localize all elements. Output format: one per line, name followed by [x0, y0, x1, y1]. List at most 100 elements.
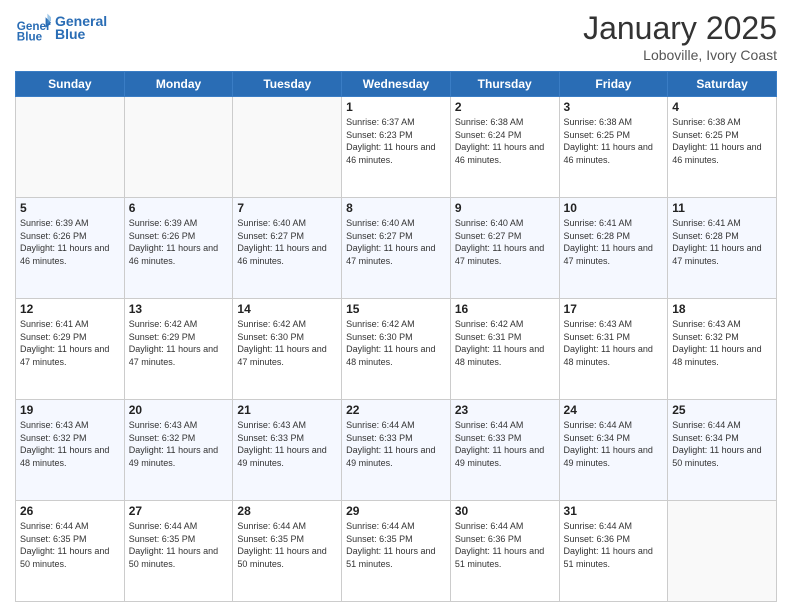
day-info: Sunrise: 6:41 AMSunset: 6:29 PMDaylight:…: [20, 318, 120, 368]
day-info: Sunrise: 6:42 AMSunset: 6:29 PMDaylight:…: [129, 318, 229, 368]
week-row-1: 1 Sunrise: 6:37 AMSunset: 6:23 PMDaylight…: [16, 97, 777, 198]
day-number: 23: [455, 403, 555, 417]
day-info: Sunrise: 6:38 AMSunset: 6:25 PMDaylight:…: [672, 116, 772, 166]
calendar-cell: 12 Sunrise: 6:41 AMSunset: 6:29 PMDayligh…: [16, 299, 125, 400]
day-number: 19: [20, 403, 120, 417]
day-info: Sunrise: 6:37 AMSunset: 6:23 PMDaylight:…: [346, 116, 446, 166]
day-info: Sunrise: 6:42 AMSunset: 6:30 PMDaylight:…: [237, 318, 337, 368]
day-header-monday: Monday: [124, 72, 233, 97]
calendar-cell: 14 Sunrise: 6:42 AMSunset: 6:30 PMDayligh…: [233, 299, 342, 400]
day-header-friday: Friday: [559, 72, 668, 97]
calendar-cell: 21 Sunrise: 6:43 AMSunset: 6:33 PMDayligh…: [233, 400, 342, 501]
calendar-cell: 4 Sunrise: 6:38 AMSunset: 6:25 PMDaylight…: [668, 97, 777, 198]
day-number: 8: [346, 201, 446, 215]
calendar-cell: 18Sunrise: 6:43 AMSunset: 6:32 PMDayligh…: [668, 299, 777, 400]
day-number: 9: [455, 201, 555, 215]
calendar-cell: 7Sunrise: 6:40 AMSunset: 6:27 PMDaylight…: [233, 198, 342, 299]
day-header-tuesday: Tuesday: [233, 72, 342, 97]
day-info: Sunrise: 6:40 AMSunset: 6:27 PMDaylight:…: [455, 217, 555, 267]
day-number: 15: [346, 302, 446, 316]
day-info: Sunrise: 6:39 AMSunset: 6:26 PMDaylight:…: [129, 217, 229, 267]
day-number: 12: [20, 302, 120, 316]
day-number: 1: [346, 100, 446, 114]
calendar-cell: 31 Sunrise: 6:44 AMSunset: 6:36 PMDayligh…: [559, 501, 668, 602]
week-row-2: 5Sunrise: 6:39 AMSunset: 6:26 PMDaylight…: [16, 198, 777, 299]
location-subtitle: Loboville, Ivory Coast: [583, 47, 777, 63]
calendar-cell: 25 Sunrise: 6:44 AMSunset: 6:34 PMDayligh…: [668, 400, 777, 501]
day-number: 20: [129, 403, 229, 417]
calendar-cell: 27 Sunrise: 6:44 AMSunset: 6:35 PMDayligh…: [124, 501, 233, 602]
day-number: 17: [564, 302, 664, 316]
day-info: Sunrise: 6:40 AMSunset: 6:27 PMDaylight:…: [346, 217, 446, 267]
calendar-cell: 10 Sunrise: 6:41 AMSunset: 6:28 PMDayligh…: [559, 198, 668, 299]
day-header-saturday: Saturday: [668, 72, 777, 97]
calendar-cell: 28 Sunrise: 6:44 AMSunset: 6:35 PMDayligh…: [233, 501, 342, 602]
day-info: Sunrise: 6:42 AMSunset: 6:31 PMDaylight:…: [455, 318, 555, 368]
day-info: Sunrise: 6:44 AMSunset: 6:35 PMDaylight:…: [237, 520, 337, 570]
day-info: Sunrise: 6:44 AMSunset: 6:33 PMDaylight:…: [455, 419, 555, 469]
header: General Blue General Blue January 2025 L…: [15, 10, 777, 63]
day-number: 16: [455, 302, 555, 316]
calendar-cell: 23 Sunrise: 6:44 AMSunset: 6:33 PMDayligh…: [450, 400, 559, 501]
day-headers-row: SundayMondayTuesdayWednesdayThursdayFrid…: [16, 72, 777, 97]
day-number: 11: [672, 201, 772, 215]
calendar-cell: 8 Sunrise: 6:40 AMSunset: 6:27 PMDaylight…: [342, 198, 451, 299]
day-header-sunday: Sunday: [16, 72, 125, 97]
day-number: 18: [672, 302, 772, 316]
calendar-cell: 6Sunrise: 6:39 AMSunset: 6:26 PMDaylight…: [124, 198, 233, 299]
day-info: Sunrise: 6:42 AMSunset: 6:30 PMDaylight:…: [346, 318, 446, 368]
day-info: Sunrise: 6:43 AMSunset: 6:31 PMDaylight:…: [564, 318, 664, 368]
day-number: 2: [455, 100, 555, 114]
svg-text:Blue: Blue: [17, 31, 43, 44]
calendar-cell: 13 Sunrise: 6:42 AMSunset: 6:29 PMDayligh…: [124, 299, 233, 400]
day-number: 14: [237, 302, 337, 316]
logo-text: General Blue: [55, 14, 107, 43]
day-info: Sunrise: 6:44 AMSunset: 6:35 PMDaylight:…: [129, 520, 229, 570]
calendar-cell: [124, 97, 233, 198]
day-info: Sunrise: 6:44 AMSunset: 6:35 PMDaylight:…: [20, 520, 120, 570]
day-number: 31: [564, 504, 664, 518]
calendar-cell: 16 Sunrise: 6:42 AMSunset: 6:31 PMDayligh…: [450, 299, 559, 400]
title-block: January 2025 Loboville, Ivory Coast: [583, 10, 777, 63]
day-info: Sunrise: 6:43 AMSunset: 6:33 PMDaylight:…: [237, 419, 337, 469]
day-info: Sunrise: 6:38 AMSunset: 6:25 PMDaylight:…: [564, 116, 664, 166]
day-info: Sunrise: 6:38 AMSunset: 6:24 PMDaylight:…: [455, 116, 555, 166]
calendar-page: General Blue General Blue January 2025 L…: [0, 0, 792, 612]
day-info: Sunrise: 6:41 AMSunset: 6:28 PMDaylight:…: [672, 217, 772, 267]
calendar-cell: 26 Sunrise: 6:44 AMSunset: 6:35 PMDayligh…: [16, 501, 125, 602]
day-info: Sunrise: 6:44 AMSunset: 6:36 PMDaylight:…: [455, 520, 555, 570]
day-number: 21: [237, 403, 337, 417]
calendar-cell: 24Sunrise: 6:44 AMSunset: 6:34 PMDayligh…: [559, 400, 668, 501]
day-number: 25: [672, 403, 772, 417]
day-info: Sunrise: 6:41 AMSunset: 6:28 PMDaylight:…: [564, 217, 664, 267]
logo-icon: General Blue: [15, 10, 51, 46]
day-number: 4: [672, 100, 772, 114]
calendar-cell: 11 Sunrise: 6:41 AMSunset: 6:28 PMDayligh…: [668, 198, 777, 299]
month-title: January 2025: [583, 10, 777, 47]
day-header-wednesday: Wednesday: [342, 72, 451, 97]
day-info: Sunrise: 6:44 AMSunset: 6:34 PMDaylight:…: [564, 419, 664, 469]
day-number: 22: [346, 403, 446, 417]
day-number: 10: [564, 201, 664, 215]
calendar-cell: 3Sunrise: 6:38 AMSunset: 6:25 PMDaylight…: [559, 97, 668, 198]
day-info: Sunrise: 6:44 AMSunset: 6:34 PMDaylight:…: [672, 419, 772, 469]
day-number: 13: [129, 302, 229, 316]
calendar-cell: [16, 97, 125, 198]
calendar-cell: 22Sunrise: 6:44 AMSunset: 6:33 PMDayligh…: [342, 400, 451, 501]
week-row-4: 19 Sunrise: 6:43 AMSunset: 6:32 PMDayligh…: [16, 400, 777, 501]
calendar-cell: 17 Sunrise: 6:43 AMSunset: 6:31 PMDayligh…: [559, 299, 668, 400]
calendar-cell: 20Sunrise: 6:43 AMSunset: 6:32 PMDayligh…: [124, 400, 233, 501]
day-number: 27: [129, 504, 229, 518]
calendar-cell: 30 Sunrise: 6:44 AMSunset: 6:36 PMDayligh…: [450, 501, 559, 602]
day-info: Sunrise: 6:44 AMSunset: 6:36 PMDaylight:…: [564, 520, 664, 570]
day-info: Sunrise: 6:43 AMSunset: 6:32 PMDaylight:…: [20, 419, 120, 469]
calendar-cell: [668, 501, 777, 602]
logo: General Blue General Blue: [15, 10, 107, 46]
calendar-cell: 1 Sunrise: 6:37 AMSunset: 6:23 PMDaylight…: [342, 97, 451, 198]
day-number: 30: [455, 504, 555, 518]
day-number: 26: [20, 504, 120, 518]
logo-line2: Blue: [55, 27, 107, 42]
week-row-3: 12 Sunrise: 6:41 AMSunset: 6:29 PMDayligh…: [16, 299, 777, 400]
day-header-thursday: Thursday: [450, 72, 559, 97]
day-number: 28: [237, 504, 337, 518]
